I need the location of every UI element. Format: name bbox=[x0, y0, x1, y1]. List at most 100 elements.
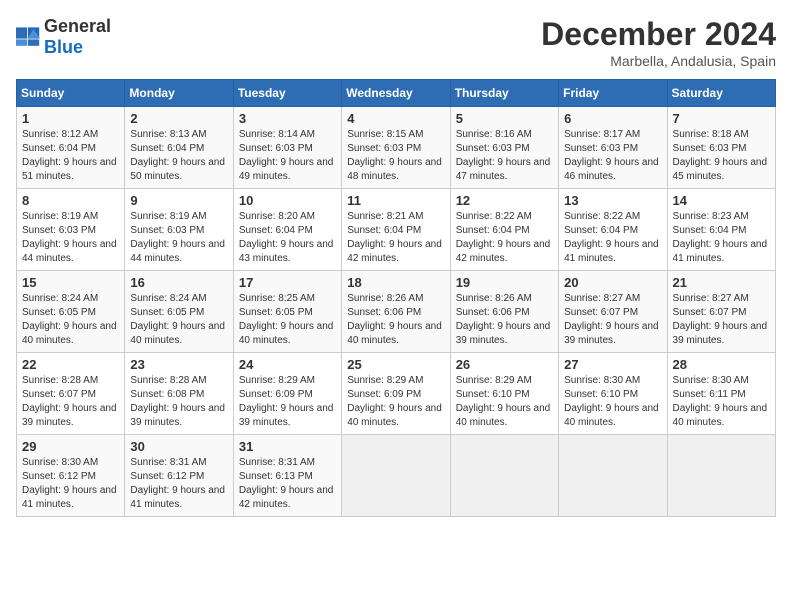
calendar-cell: 4 Sunrise: 8:15 AM Sunset: 6:03 PM Dayli… bbox=[342, 107, 450, 189]
calendar-cell: 12 Sunrise: 8:22 AM Sunset: 6:04 PM Dayl… bbox=[450, 189, 558, 271]
day-number: 5 bbox=[456, 111, 553, 126]
calendar-cell bbox=[559, 435, 667, 517]
calendar-table: Sunday Monday Tuesday Wednesday Thursday… bbox=[16, 79, 776, 517]
calendar-cell: 30 Sunrise: 8:31 AM Sunset: 6:12 PM Dayl… bbox=[125, 435, 233, 517]
day-info: Sunrise: 8:30 AM Sunset: 6:12 PM Dayligh… bbox=[22, 456, 119, 512]
day-info: Sunrise: 8:19 AM Sunset: 6:03 PM Dayligh… bbox=[22, 210, 119, 266]
day-info: Sunrise: 8:27 AM Sunset: 6:07 PM Dayligh… bbox=[673, 292, 770, 348]
day-info: Sunrise: 8:27 AM Sunset: 6:07 PM Dayligh… bbox=[564, 292, 661, 348]
day-info: Sunrise: 8:12 AM Sunset: 6:04 PM Dayligh… bbox=[22, 128, 119, 184]
calendar-cell: 6 Sunrise: 8:17 AM Sunset: 6:03 PM Dayli… bbox=[559, 107, 667, 189]
day-info: Sunrise: 8:25 AM Sunset: 6:05 PM Dayligh… bbox=[239, 292, 336, 348]
day-info: Sunrise: 8:29 AM Sunset: 6:10 PM Dayligh… bbox=[456, 374, 553, 430]
calendar-cell: 27 Sunrise: 8:30 AM Sunset: 6:10 PM Dayl… bbox=[559, 353, 667, 435]
calendar-cell: 3 Sunrise: 8:14 AM Sunset: 6:03 PM Dayli… bbox=[233, 107, 341, 189]
day-number: 12 bbox=[456, 193, 553, 208]
day-number: 15 bbox=[22, 275, 119, 290]
logo-blue: Blue bbox=[44, 37, 83, 57]
calendar-cell: 24 Sunrise: 8:29 AM Sunset: 6:09 PM Dayl… bbox=[233, 353, 341, 435]
day-number: 27 bbox=[564, 357, 661, 372]
day-number: 17 bbox=[239, 275, 336, 290]
day-info: Sunrise: 8:17 AM Sunset: 6:03 PM Dayligh… bbox=[564, 128, 661, 184]
calendar-cell: 1 Sunrise: 8:12 AM Sunset: 6:04 PM Dayli… bbox=[17, 107, 125, 189]
calendar-cell: 5 Sunrise: 8:16 AM Sunset: 6:03 PM Dayli… bbox=[450, 107, 558, 189]
day-info: Sunrise: 8:19 AM Sunset: 6:03 PM Dayligh… bbox=[130, 210, 227, 266]
calendar-cell: 11 Sunrise: 8:21 AM Sunset: 6:04 PM Dayl… bbox=[342, 189, 450, 271]
day-info: Sunrise: 8:15 AM Sunset: 6:03 PM Dayligh… bbox=[347, 128, 444, 184]
calendar-cell: 7 Sunrise: 8:18 AM Sunset: 6:03 PM Dayli… bbox=[667, 107, 775, 189]
calendar-cell: 15 Sunrise: 8:24 AM Sunset: 6:05 PM Dayl… bbox=[17, 271, 125, 353]
calendar-cell: 22 Sunrise: 8:28 AM Sunset: 6:07 PM Dayl… bbox=[17, 353, 125, 435]
day-info: Sunrise: 8:13 AM Sunset: 6:04 PM Dayligh… bbox=[130, 128, 227, 184]
day-number: 16 bbox=[130, 275, 227, 290]
day-number: 4 bbox=[347, 111, 444, 126]
calendar-week-row: 15 Sunrise: 8:24 AM Sunset: 6:05 PM Dayl… bbox=[17, 271, 776, 353]
col-saturday: Saturday bbox=[667, 80, 775, 107]
day-number: 8 bbox=[22, 193, 119, 208]
day-info: Sunrise: 8:20 AM Sunset: 6:04 PM Dayligh… bbox=[239, 210, 336, 266]
day-number: 18 bbox=[347, 275, 444, 290]
logo-general: General bbox=[44, 16, 111, 36]
logo-icon bbox=[16, 27, 40, 47]
calendar-cell: 2 Sunrise: 8:13 AM Sunset: 6:04 PM Dayli… bbox=[125, 107, 233, 189]
day-number: 14 bbox=[673, 193, 770, 208]
calendar-cell: 8 Sunrise: 8:19 AM Sunset: 6:03 PM Dayli… bbox=[17, 189, 125, 271]
day-number: 21 bbox=[673, 275, 770, 290]
header: General Blue December 2024 Marbella, And… bbox=[16, 16, 776, 69]
calendar-week-row: 29 Sunrise: 8:30 AM Sunset: 6:12 PM Dayl… bbox=[17, 435, 776, 517]
title-area: December 2024 Marbella, Andalusia, Spain bbox=[541, 16, 776, 69]
day-info: Sunrise: 8:24 AM Sunset: 6:05 PM Dayligh… bbox=[22, 292, 119, 348]
day-number: 23 bbox=[130, 357, 227, 372]
day-info: Sunrise: 8:23 AM Sunset: 6:04 PM Dayligh… bbox=[673, 210, 770, 266]
calendar-cell: 26 Sunrise: 8:29 AM Sunset: 6:10 PM Dayl… bbox=[450, 353, 558, 435]
day-info: Sunrise: 8:30 AM Sunset: 6:10 PM Dayligh… bbox=[564, 374, 661, 430]
day-number: 7 bbox=[673, 111, 770, 126]
day-info: Sunrise: 8:29 AM Sunset: 6:09 PM Dayligh… bbox=[239, 374, 336, 430]
day-number: 24 bbox=[239, 357, 336, 372]
calendar-cell: 9 Sunrise: 8:19 AM Sunset: 6:03 PM Dayli… bbox=[125, 189, 233, 271]
calendar-week-row: 8 Sunrise: 8:19 AM Sunset: 6:03 PM Dayli… bbox=[17, 189, 776, 271]
day-info: Sunrise: 8:29 AM Sunset: 6:09 PM Dayligh… bbox=[347, 374, 444, 430]
main-title: December 2024 bbox=[541, 16, 776, 53]
calendar-cell: 19 Sunrise: 8:26 AM Sunset: 6:06 PM Dayl… bbox=[450, 271, 558, 353]
day-number: 26 bbox=[456, 357, 553, 372]
col-wednesday: Wednesday bbox=[342, 80, 450, 107]
calendar-cell bbox=[342, 435, 450, 517]
day-info: Sunrise: 8:22 AM Sunset: 6:04 PM Dayligh… bbox=[564, 210, 661, 266]
day-number: 2 bbox=[130, 111, 227, 126]
calendar-cell: 23 Sunrise: 8:28 AM Sunset: 6:08 PM Dayl… bbox=[125, 353, 233, 435]
day-info: Sunrise: 8:18 AM Sunset: 6:03 PM Dayligh… bbox=[673, 128, 770, 184]
day-number: 28 bbox=[673, 357, 770, 372]
day-info: Sunrise: 8:14 AM Sunset: 6:03 PM Dayligh… bbox=[239, 128, 336, 184]
day-info: Sunrise: 8:28 AM Sunset: 6:07 PM Dayligh… bbox=[22, 374, 119, 430]
calendar-cell: 21 Sunrise: 8:27 AM Sunset: 6:07 PM Dayl… bbox=[667, 271, 775, 353]
day-info: Sunrise: 8:26 AM Sunset: 6:06 PM Dayligh… bbox=[456, 292, 553, 348]
day-number: 6 bbox=[564, 111, 661, 126]
day-info: Sunrise: 8:21 AM Sunset: 6:04 PM Dayligh… bbox=[347, 210, 444, 266]
day-info: Sunrise: 8:22 AM Sunset: 6:04 PM Dayligh… bbox=[456, 210, 553, 266]
col-thursday: Thursday bbox=[450, 80, 558, 107]
day-info: Sunrise: 8:31 AM Sunset: 6:13 PM Dayligh… bbox=[239, 456, 336, 512]
calendar-cell: 18 Sunrise: 8:26 AM Sunset: 6:06 PM Dayl… bbox=[342, 271, 450, 353]
col-sunday: Sunday bbox=[17, 80, 125, 107]
day-number: 19 bbox=[456, 275, 553, 290]
day-number: 25 bbox=[347, 357, 444, 372]
day-number: 10 bbox=[239, 193, 336, 208]
col-monday: Monday bbox=[125, 80, 233, 107]
day-number: 13 bbox=[564, 193, 661, 208]
calendar-cell: 13 Sunrise: 8:22 AM Sunset: 6:04 PM Dayl… bbox=[559, 189, 667, 271]
day-number: 22 bbox=[22, 357, 119, 372]
calendar-cell bbox=[667, 435, 775, 517]
day-number: 9 bbox=[130, 193, 227, 208]
calendar-cell: 20 Sunrise: 8:27 AM Sunset: 6:07 PM Dayl… bbox=[559, 271, 667, 353]
calendar-cell: 29 Sunrise: 8:30 AM Sunset: 6:12 PM Dayl… bbox=[17, 435, 125, 517]
day-number: 20 bbox=[564, 275, 661, 290]
day-number: 3 bbox=[239, 111, 336, 126]
header-row: Sunday Monday Tuesday Wednesday Thursday… bbox=[17, 80, 776, 107]
col-friday: Friday bbox=[559, 80, 667, 107]
calendar-cell: 17 Sunrise: 8:25 AM Sunset: 6:05 PM Dayl… bbox=[233, 271, 341, 353]
calendar-cell: 28 Sunrise: 8:30 AM Sunset: 6:11 PM Dayl… bbox=[667, 353, 775, 435]
calendar-week-row: 22 Sunrise: 8:28 AM Sunset: 6:07 PM Dayl… bbox=[17, 353, 776, 435]
day-number: 29 bbox=[22, 439, 119, 454]
calendar-cell: 25 Sunrise: 8:29 AM Sunset: 6:09 PM Dayl… bbox=[342, 353, 450, 435]
